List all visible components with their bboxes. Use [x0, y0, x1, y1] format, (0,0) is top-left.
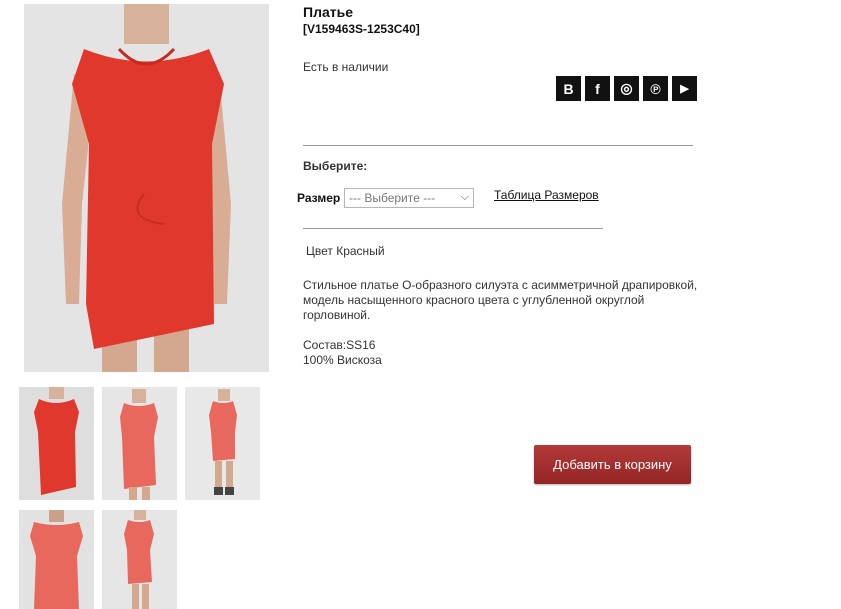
vk-icon[interactable]: B	[556, 76, 581, 101]
product-thumbnail-3[interactable]	[185, 387, 260, 500]
size-select[interactable]: --- Выберите --- ⌵	[344, 188, 474, 208]
product-sku: [V159463S-1253C40]	[303, 22, 420, 36]
product-thumbnail-5[interactable]	[102, 510, 177, 609]
add-to-cart-button[interactable]: Добавить в корзину	[534, 445, 691, 484]
options-heading: Выберите:	[303, 159, 368, 173]
divider	[303, 228, 603, 229]
product-thumbnail-1[interactable]	[19, 387, 94, 500]
facebook-icon[interactable]: f	[585, 76, 610, 101]
composition-value: 100% Вискоза	[303, 353, 382, 367]
size-select-value: --- Выберите ---	[349, 191, 436, 205]
availability-status: Есть в наличии	[303, 60, 389, 74]
youtube-icon[interactable]: ▶	[672, 76, 697, 101]
product-thumbnail-4[interactable]	[19, 510, 94, 609]
chevron-down-icon: ⌵	[460, 191, 469, 203]
size-chart-link[interactable]: Таблица Размеров	[494, 188, 599, 202]
product-title: Платье	[303, 4, 353, 20]
social-share-bar: B f ◎ ℗ ▶	[556, 76, 697, 101]
pinterest-icon[interactable]: ℗	[643, 76, 668, 101]
product-description: Стильное платье О-образного силуэта с ас…	[303, 278, 698, 322]
instagram-icon[interactable]: ◎	[614, 76, 639, 101]
product-color: Цвет Красный	[306, 244, 385, 258]
size-label: Размер	[297, 191, 341, 205]
product-thumbnail-2[interactable]	[102, 387, 177, 500]
composition-label: Состав:SS16	[303, 338, 376, 352]
divider	[303, 145, 693, 146]
product-main-image[interactable]	[24, 4, 269, 372]
